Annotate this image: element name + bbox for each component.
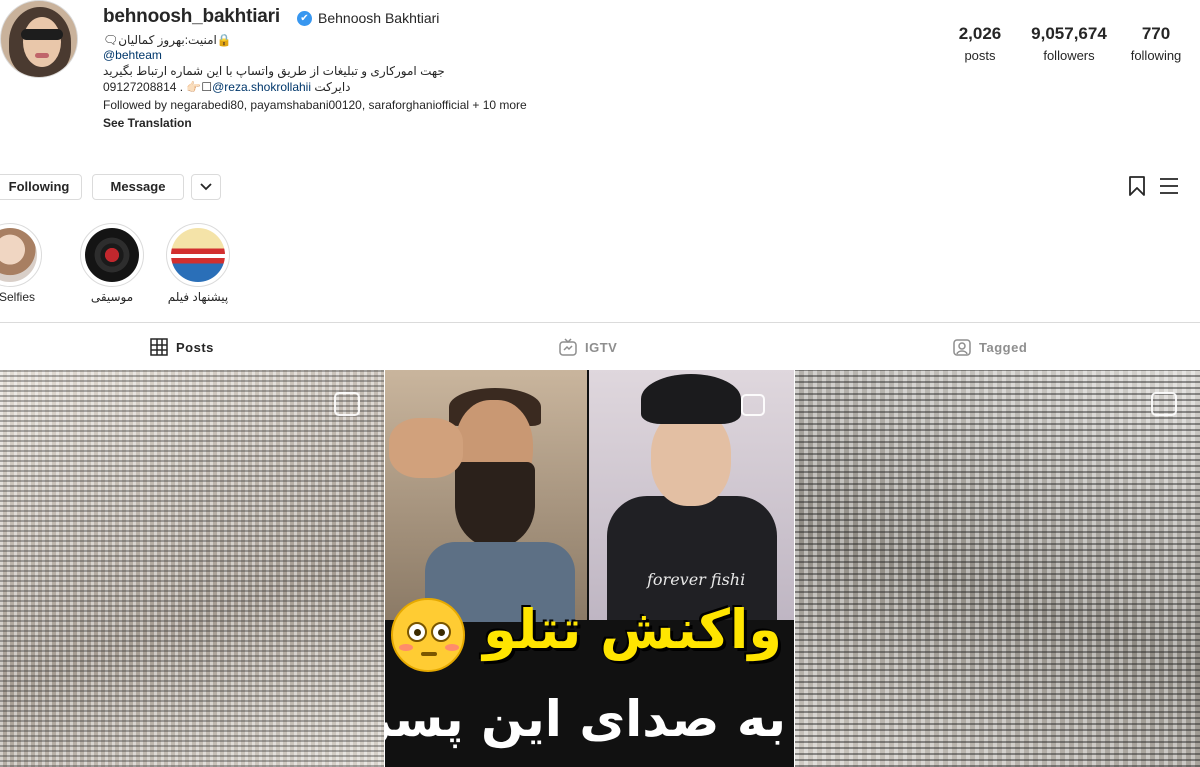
message-button[interactable]: Message	[92, 174, 184, 200]
tab-divider	[0, 322, 1200, 323]
flushed-face-emoji-icon	[391, 598, 465, 672]
profile-full-name: Behnoosh Bakhtiari	[318, 10, 440, 26]
profile-avatar[interactable]	[0, 0, 78, 78]
stat-following[interactable]: 770 following	[1128, 24, 1184, 63]
following-label: following	[1130, 48, 1182, 63]
saluting-hand	[389, 418, 463, 478]
boy-cap	[641, 374, 741, 424]
reel-icon	[1151, 392, 1177, 416]
reel-icon	[334, 392, 360, 416]
highlight-label: پیشنهاد فیلم	[167, 290, 229, 304]
tab-igtv-label: IGTV	[585, 339, 618, 355]
emoji-mouth	[421, 652, 437, 656]
highlight-ring	[80, 223, 144, 287]
emoji-eye	[431, 622, 451, 642]
following-button[interactable]: Following	[0, 174, 82, 200]
post-caption-subtitle: به صدای این پسر	[385, 690, 786, 748]
reel-icon	[741, 394, 765, 416]
tab-tagged-label: Tagged	[979, 339, 1028, 355]
boy-face	[651, 410, 731, 506]
bio-line-phone: 09127208814 . 👉🏻☐@reza.shokrollahii دایر…	[103, 79, 603, 95]
highlight-label: موسیقی	[90, 290, 134, 304]
bookmark-icon[interactable]	[1128, 176, 1146, 196]
tagged-person-icon	[953, 339, 971, 356]
stat-posts: 2,026 posts	[955, 24, 1005, 63]
bio-line-contact: جهت امورکاری و تبلیغات از طریق واتساپ با…	[103, 64, 445, 78]
post-image-left-frame	[385, 370, 587, 622]
post-caption-title: واکنش تتلو	[483, 598, 782, 661]
post-image	[795, 370, 1200, 767]
avatar-lips	[35, 53, 49, 58]
avatar-sunglasses	[21, 29, 63, 40]
bio-line-security: 🔒امنیت:بهروز کمالیان🗨	[103, 33, 232, 47]
tab-posts[interactable]: Posts	[150, 336, 214, 358]
bio-direct-text: دایرکت	[311, 80, 351, 94]
vinyl-record-icon	[85, 228, 139, 282]
posts-count: 2,026	[958, 24, 1002, 43]
post-thumbnail[interactable]	[795, 370, 1200, 767]
followed-by-text[interactable]: Followed by negarabedi80, payamshabani00…	[103, 97, 603, 113]
suggestions-dropdown-button[interactable]	[191, 174, 221, 200]
chevron-down-icon	[200, 183, 212, 191]
post-image-right-frame: forever fishi	[589, 370, 794, 620]
highlight-selfies-image	[0, 228, 37, 282]
emoji-eye	[407, 622, 427, 642]
profile-username: behnoosh_bakhtiari	[103, 6, 280, 27]
hamburger-menu-icon[interactable]	[1158, 176, 1180, 196]
followers-count: 9,057,674	[1031, 24, 1107, 43]
man-beard	[455, 462, 535, 548]
avatar-face	[23, 17, 61, 67]
highlight-ring	[0, 223, 42, 287]
see-translation-link[interactable]: See Translation	[103, 115, 603, 131]
tab-tagged[interactable]: Tagged	[953, 336, 1027, 358]
post-thumbnail[interactable]: forever fishi واکنش تتلو به صدای این پسر	[385, 370, 794, 767]
followers-label: followers	[1043, 48, 1095, 63]
bio-phone-text: 09127208814 . 👉🏻☐	[103, 80, 213, 94]
igtv-icon	[559, 338, 577, 356]
verified-badge-icon: ✔	[297, 11, 312, 26]
bio-mention-link[interactable]: @reza.shokrollahii	[212, 80, 311, 94]
highlight-label: Selfies	[0, 290, 36, 304]
highlight-ring	[166, 223, 230, 287]
following-count: 770	[1141, 24, 1171, 43]
shirt-text: forever fishi	[647, 570, 746, 589]
posts-label: posts	[964, 48, 996, 63]
tab-posts-label: Posts	[176, 339, 214, 355]
popcorn-icon	[171, 228, 225, 282]
emoji-cheek	[445, 644, 459, 651]
stat-followers[interactable]: 9,057,674 followers	[1023, 24, 1115, 63]
emoji-cheek	[399, 644, 413, 651]
post-image	[0, 370, 384, 767]
post-thumbnail[interactable]	[0, 370, 384, 767]
bio-link-behteam[interactable]: @behteam	[103, 47, 603, 63]
tab-igtv[interactable]: IGTV	[559, 336, 617, 358]
grid-icon	[150, 338, 168, 356]
